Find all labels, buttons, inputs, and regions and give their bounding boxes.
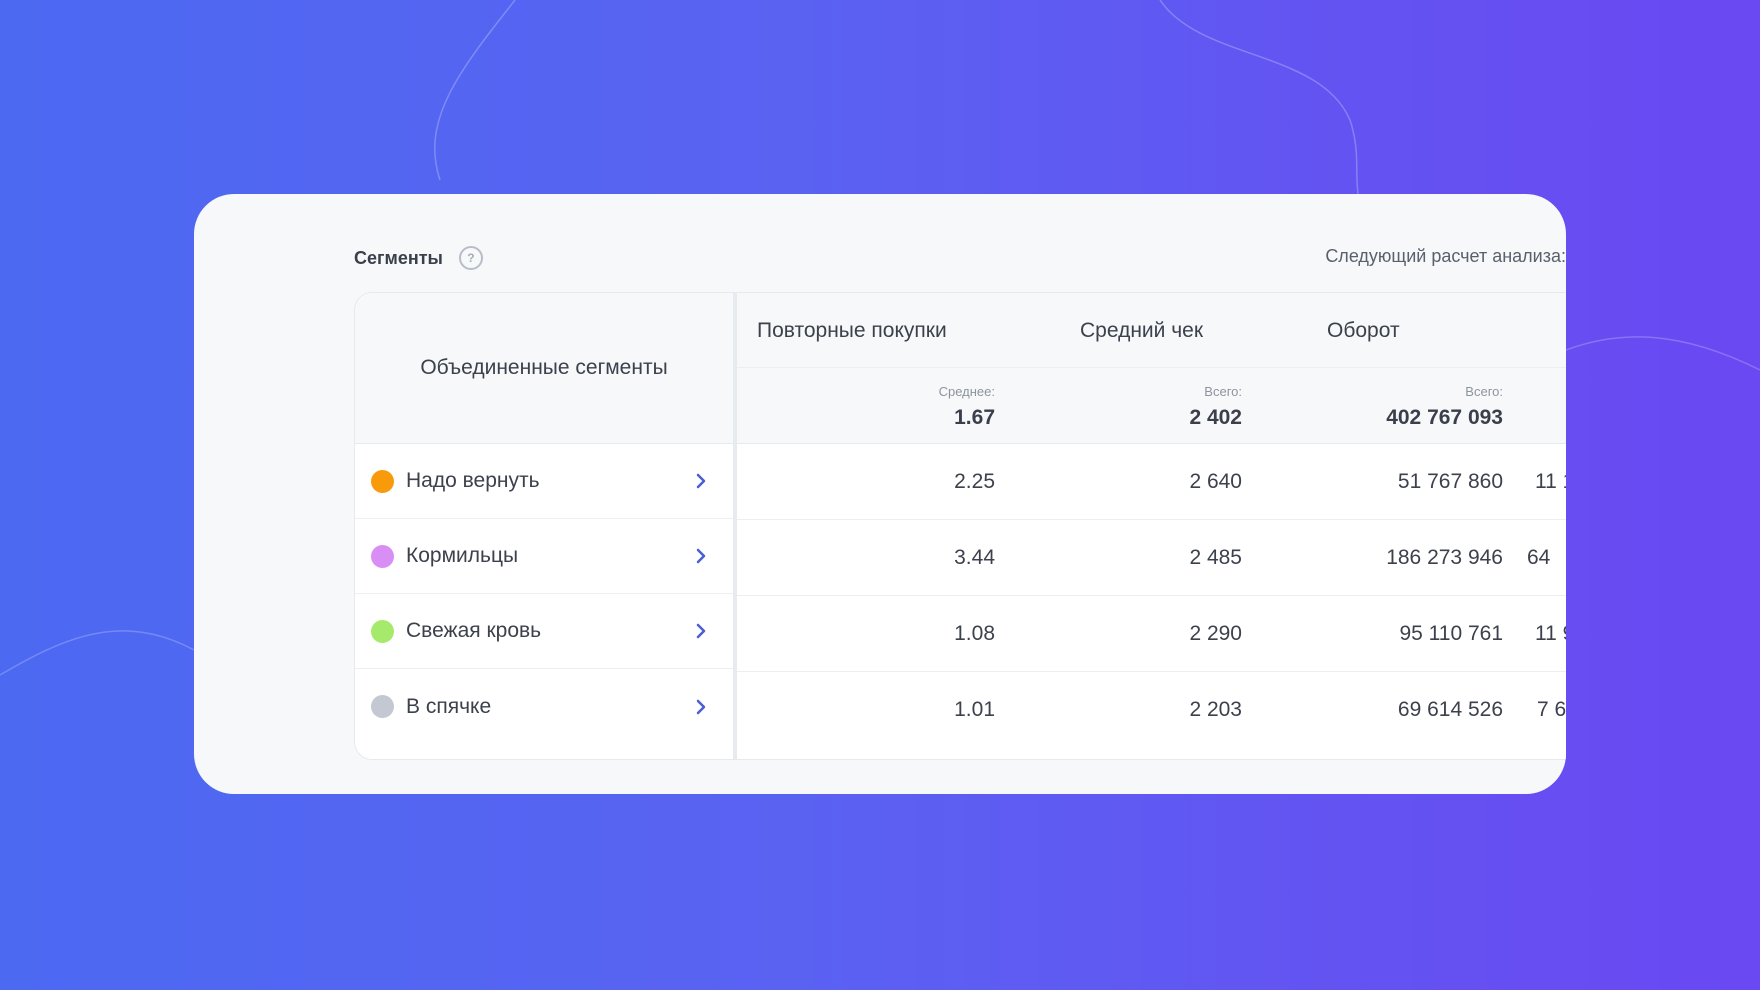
chevron-right-icon[interactable] xyxy=(695,698,707,716)
segments-table: Объединенные сегменты Надо вернуть Корми… xyxy=(354,292,1566,760)
table-row: 3.44 2 485 186 273 946 64 xyxy=(737,520,1566,596)
column-title-repeat-purchases[interactable]: Повторные покупки xyxy=(757,319,947,343)
combined-segments-header: Объединенные сегменты xyxy=(355,293,733,444)
question-circle-icon[interactable]: ? xyxy=(458,246,483,270)
chevron-right-icon[interactable] xyxy=(695,547,707,565)
summary-value: 1.67 xyxy=(954,406,995,429)
table-cell: 186 273 946 xyxy=(1386,546,1503,569)
segment-color-dot xyxy=(371,544,394,568)
segments-card: Сегменты ? Следующий расчет анализа: Объ… xyxy=(194,194,1566,794)
segment-color-dot xyxy=(371,695,394,718)
summary-label: Среднее: xyxy=(938,384,995,399)
metrics-summary: Среднее: 1.67 Всего: 2 402 Всего: 402 76… xyxy=(737,368,1566,444)
segments-name-column: Объединенные сегменты Надо вернуть Корми… xyxy=(355,293,737,759)
segment-row[interactable]: В спячке xyxy=(355,669,733,744)
table-cell: 7 6 xyxy=(1537,698,1566,721)
segment-name: Свежая кровь xyxy=(406,619,542,642)
table-cell: 69 614 526 xyxy=(1397,698,1503,721)
summary-value: 402 767 093 xyxy=(1386,406,1503,429)
segment-name: Кормильцы xyxy=(406,544,519,567)
segment-color-dot xyxy=(371,469,394,493)
segment-row[interactable]: Свежая кровь xyxy=(355,594,733,669)
table-cell: 2 485 xyxy=(1189,546,1242,569)
table-cell: 2 203 xyxy=(1189,698,1242,721)
column-title-turnover[interactable]: Оборот xyxy=(1327,319,1400,343)
summary-value: 2 402 xyxy=(1189,406,1242,429)
chevron-right-icon[interactable] xyxy=(695,622,707,640)
metrics-area: Повторные покупки Средний чек Оборот Сре… xyxy=(737,293,1566,759)
segment-name: Надо вернуть xyxy=(406,469,540,492)
table-cell: 11 9 xyxy=(1535,622,1566,645)
card-title: Сегменты xyxy=(354,247,443,268)
table-row: 1.08 2 290 95 110 761 11 9 xyxy=(737,596,1566,672)
metrics-header: Повторные покупки Средний чек Оборот xyxy=(737,293,1566,368)
summary-label: Всего: xyxy=(1204,384,1242,399)
summary-label: Всего: xyxy=(1465,384,1503,399)
table-cell: 51 767 860 xyxy=(1397,470,1503,493)
table-row: 1.01 2 203 69 614 526 7 6 xyxy=(737,672,1566,747)
segment-row[interactable]: Кормильцы xyxy=(355,519,733,594)
segment-color-dot xyxy=(371,619,394,643)
table-cell: 64 xyxy=(1527,546,1551,569)
table-cell: 1.08 xyxy=(954,622,995,645)
card-title-group: Сегменты ? xyxy=(354,246,483,270)
table-cell: 11 1 xyxy=(1535,470,1566,493)
table-cell: 3.44 xyxy=(954,546,995,569)
table-cell: 1.01 xyxy=(954,698,995,721)
table-cell: 2 640 xyxy=(1189,470,1242,493)
segment-name: В спячке xyxy=(406,694,492,718)
table-cell: 2 290 xyxy=(1189,622,1242,645)
chevron-right-icon[interactable] xyxy=(695,472,707,490)
table-cell: 95 110 761 xyxy=(1399,622,1503,645)
table-cell: 2.25 xyxy=(954,470,995,493)
table-row: 2.25 2 640 51 767 860 11 1 xyxy=(737,444,1566,520)
column-title-average-check[interactable]: Средний чек xyxy=(1080,319,1203,343)
segment-row[interactable]: Надо вернуть xyxy=(355,444,733,519)
next-calc-label: Следующий расчет анализа: xyxy=(1325,246,1566,266)
